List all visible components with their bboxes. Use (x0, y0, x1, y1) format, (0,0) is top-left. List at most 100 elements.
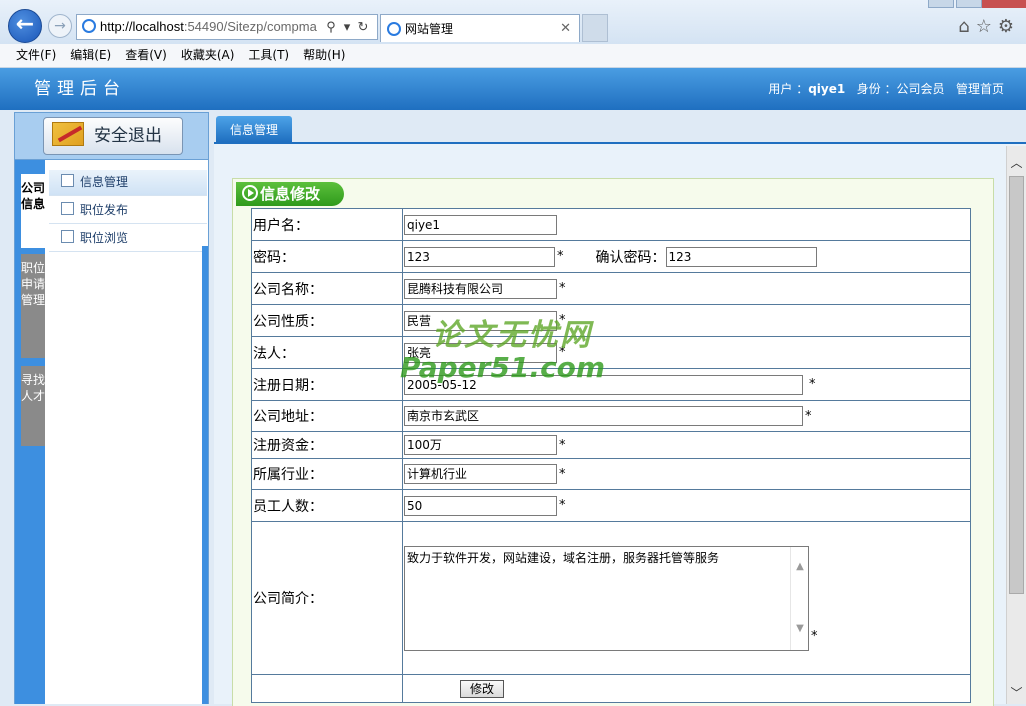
sidebar-item-job-browse[interactable]: 职位浏览 (49, 226, 207, 252)
intro-textarea[interactable]: 致力于软件开发，网站建设，域名注册，服务器托管等服务 ▲ ▼ (404, 545, 809, 651)
star-icon[interactable]: ☆ (976, 16, 998, 37)
required-mark: * (559, 281, 566, 296)
menu-file[interactable]: 文件(F) (9, 44, 63, 67)
required-mark: * (811, 629, 818, 644)
menu-view[interactable]: 查看(V) (118, 44, 174, 67)
pencil-icon (52, 122, 84, 146)
sidebar-tab-company-info[interactable]: 公司信息 (21, 174, 45, 248)
url-host: http://localhost (100, 19, 184, 34)
sidebar-item-job-post[interactable]: 职位发布 (49, 198, 207, 224)
dropdown-icon[interactable]: ▾ (339, 15, 355, 39)
forward-arrow-icon[interactable]: → (48, 14, 72, 38)
logout-button[interactable]: 安全退出 (43, 117, 183, 155)
sidebar-divider (202, 246, 208, 704)
browser-tab[interactable]: 网站管理 ✕ (380, 14, 580, 42)
pages-icon (61, 202, 74, 215)
password-field[interactable]: 123 (404, 246, 555, 267)
password-label: 密码： (251, 240, 403, 273)
close-icon[interactable]: ✕ (560, 15, 571, 43)
scroll-down-icon[interactable]: ▼ (795, 623, 805, 634)
intro-label: 公司简介： (251, 521, 403, 675)
sidebar-submenu: 信息管理 职位发布 职位浏览 (49, 170, 207, 254)
username-field[interactable]: qiye1 (404, 214, 557, 235)
watermark-logo: 论文无忧网 Paper51.com (392, 318, 622, 390)
menu-help[interactable]: 帮助(H) (296, 44, 352, 67)
logout-label: 安全退出 (94, 126, 162, 146)
menu-favorites[interactable]: 收藏夹(A) (174, 44, 242, 67)
employees-label: 员工人数： (251, 489, 403, 522)
sidebar-item-info-manage[interactable]: 信息管理 (49, 170, 207, 196)
tab-title: 网站管理 (405, 22, 454, 36)
menu-tools[interactable]: 工具(T) (241, 44, 296, 67)
capital-field[interactable]: 100万 (404, 435, 557, 455)
address-label: 公司地址： (251, 400, 403, 432)
company-name-field[interactable]: 昆腾科技有限公司 (404, 278, 557, 299)
sidebar-item-label: 信息管理 (80, 175, 129, 189)
role-value: 公司会员 (896, 82, 945, 96)
company-name-label: 公司名称： (251, 272, 403, 305)
refresh-icon[interactable]: ↻ (355, 15, 371, 39)
book-icon (61, 230, 74, 243)
menu-bar: 文件(F) 编辑(E) 查看(V) 收藏夹(A) 工具(T) 帮助(H) (0, 44, 1026, 68)
company-type-label: 公司性质： (251, 304, 403, 337)
required-mark: * (559, 498, 566, 513)
panel-title-text: 信息修改 (260, 185, 321, 203)
scroll-down-icon[interactable]: ﹀ (1007, 684, 1026, 702)
sidebar: 公司信息 职位申请管理 寻找人才 信息管理 职位发布 职位浏览 (14, 160, 209, 704)
address-bar[interactable]: http://localhost:54490/Sitezp/compma ⚲ ▾ ↻ (76, 14, 378, 40)
submit-button[interactable]: 修改 (460, 679, 504, 698)
reg-date-label: 注册日期： (251, 368, 403, 401)
logout-area: 安全退出 (14, 112, 209, 160)
confirm-password-field[interactable]: 123 (665, 246, 817, 267)
confirm-password-label: 确认密码： (595, 249, 666, 266)
browser-toolbar: ← → http://localhost:54490/Sitezp/compma… (0, 0, 1026, 44)
tab-info-manage[interactable]: 信息管理 (216, 116, 292, 142)
legal-person-label: 法人： (251, 336, 403, 369)
company-info-form: 用户名： qiye1 密码： 123 * 确认密码： 123 公司名称： 昆腾科技有限… (251, 208, 971, 703)
user-info: 用户 ：qiye1 身份 ：公司会员 管理首页 (768, 68, 1004, 110)
site-header: 管理后台 用户 ：qiye1 身份 ：公司会员 管理首页 (0, 68, 1026, 110)
username-label: 用户名： (251, 208, 403, 241)
watermark-line1: 论文无忧网 (432, 318, 592, 353)
minimize-icon[interactable] (928, 0, 954, 8)
home-link[interactable]: 管理首页 (956, 82, 1004, 96)
ie-page-icon (387, 22, 401, 36)
panel-title: 信息修改 (236, 182, 344, 206)
required-mark: * (559, 466, 566, 482)
user-name: qiye1 (808, 82, 846, 96)
scroll-up-icon[interactable]: ︿ (1007, 154, 1026, 172)
search-icon[interactable]: ⚲ (323, 15, 339, 39)
watermark-line2: Paper51.com (400, 351, 606, 384)
intro-text: 致力于软件开发，网站建设，域名注册，服务器托管等服务 (407, 550, 720, 565)
user-label: 用户 ： (768, 82, 809, 96)
required-mark: * (557, 249, 564, 264)
checkbox-icon (61, 174, 74, 187)
play-icon (242, 185, 258, 201)
gear-icon[interactable]: ⚙ (998, 16, 1020, 37)
sidebar-item-label: 职位发布 (80, 203, 129, 217)
industry-field[interactable]: 计算机行业 (404, 464, 557, 484)
sidebar-tab-job-applications[interactable]: 职位申请管理 (21, 254, 45, 358)
ie-page-icon (82, 19, 96, 33)
address-field[interactable]: 南京市玄武区 (404, 406, 803, 426)
chrome-icons: ⌂☆⚙ (958, 16, 1020, 37)
site-title: 管理后台 (34, 79, 126, 99)
menu-edit[interactable]: 编辑(E) (63, 44, 118, 67)
empty-label-cell (251, 674, 403, 703)
new-tab-button[interactable] (582, 14, 608, 42)
required-mark: * (809, 377, 816, 392)
window-close-icon[interactable] (982, 0, 1026, 8)
required-mark: * (805, 408, 812, 424)
role-label: 身份 ： (856, 82, 897, 96)
home-icon[interactable]: ⌂ (958, 16, 975, 37)
required-mark: * (559, 437, 566, 453)
employees-field[interactable]: 50 (404, 495, 557, 516)
scroll-up-icon[interactable]: ▲ (795, 561, 805, 572)
maximize-icon[interactable] (956, 0, 982, 8)
capital-label: 注册资金： (251, 431, 403, 459)
url-path: :54490/Sitezp/compma (183, 19, 317, 34)
back-arrow-icon[interactable]: ← (8, 9, 42, 43)
page-scrollbar[interactable]: ︿ ﹀ (1006, 146, 1026, 704)
sidebar-tab-find-talent[interactable]: 寻找人才 (21, 366, 45, 446)
scrollbar-thumb[interactable] (1009, 176, 1024, 594)
